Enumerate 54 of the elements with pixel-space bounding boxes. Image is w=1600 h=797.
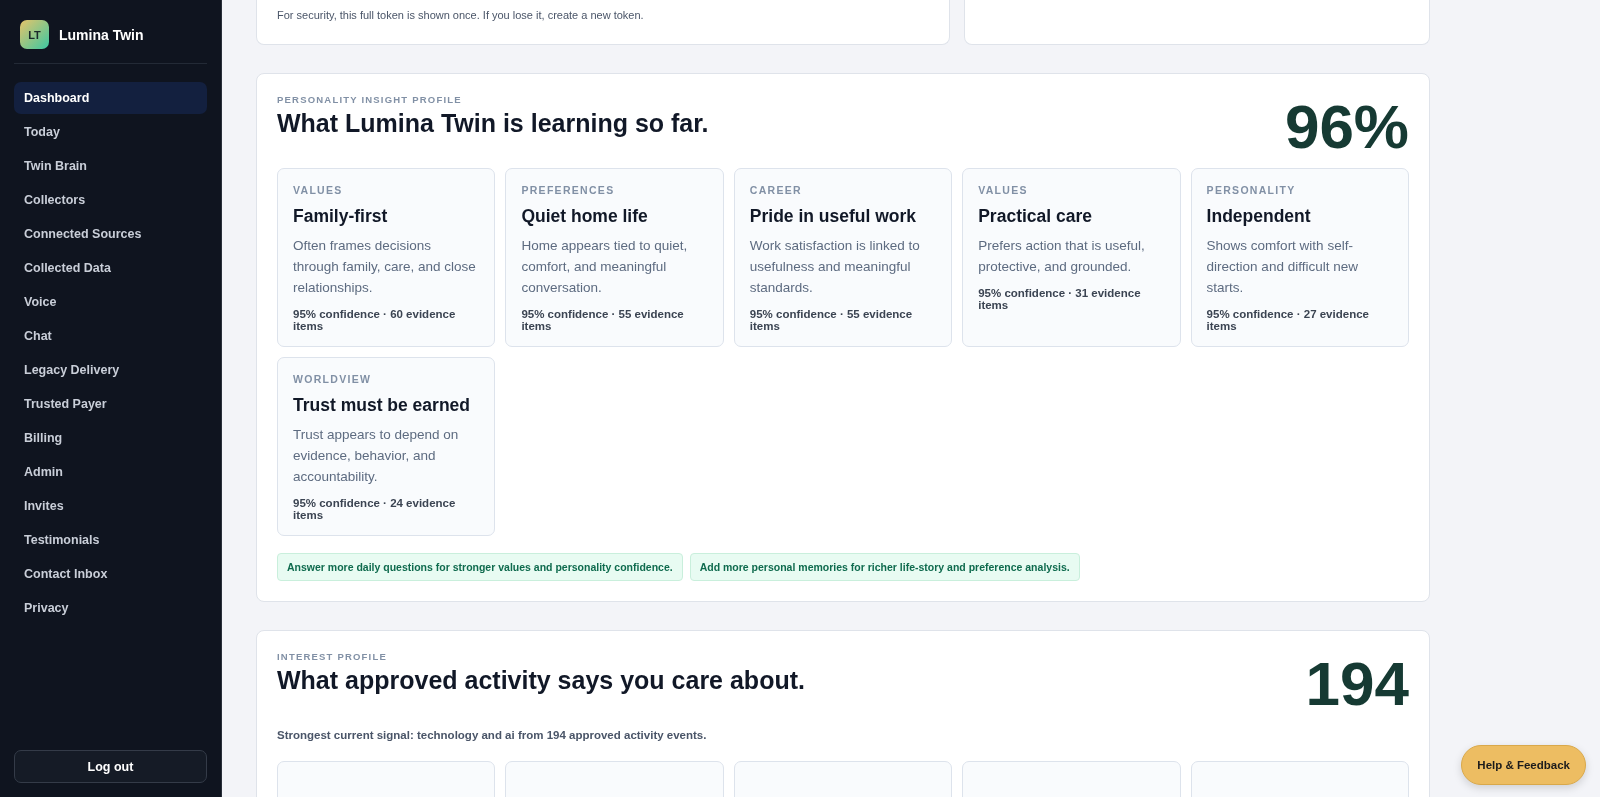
nav-item[interactable]: Connected Sources (14, 218, 207, 250)
insight-meta: 95% confidence · 60 evidence items (293, 308, 457, 332)
insight-title: Independent (1206, 206, 1312, 227)
metric-value: 96% (1284, 96, 1409, 158)
insight-text: Home appears tied to quiet, comfort, and meaningful conversation. (521, 237, 689, 297)
insight-title: Family-first (293, 206, 389, 227)
help-button[interactable]: Help & Feedback (1461, 745, 1586, 785)
logout-button[interactable]: Log out (14, 750, 207, 783)
insight-category: CAREER (749, 184, 803, 196)
suggestion-chip: Answer more daily questions for stronger values and personality confidence. (277, 553, 683, 581)
insight-title: Quiet home life (521, 206, 649, 227)
insight-text: Prefers action that is useful, protective, and grounded. (978, 237, 1146, 276)
nav-item[interactable]: Trusted Payer (14, 388, 207, 420)
token-notice: For security, this full token is shown once. If you lose it, create a new token. (277, 9, 645, 21)
insight-text: Shows comfort with self-direction and difficult new starts. (1206, 237, 1359, 297)
nav-item[interactable]: Collectors (14, 184, 207, 216)
logo-icon: LT (20, 20, 49, 49)
insight-category: WORLDVIEW (293, 373, 373, 385)
nav-item[interactable]: Dashboard (14, 82, 207, 114)
metric-value: 194 (1305, 653, 1409, 715)
insight-meta: 95% confidence · 27 evidence items (1206, 308, 1370, 332)
brand-name: Lumina Twin (59, 26, 144, 43)
insight-category: VALUES (293, 184, 344, 196)
section-title: What Lumina Twin is learning so far. (277, 109, 709, 138)
section-eyebrow: PERSONALITY INSIGHT PROFILE (277, 94, 463, 105)
nav-item[interactable]: Privacy (14, 592, 207, 624)
insight-text: Work satisfaction is linked to usefulness and meaningful standards. (749, 237, 921, 297)
insight-category: PREFERENCES (521, 184, 616, 196)
nav-item[interactable]: Collected Data (14, 252, 207, 284)
insight-title: Practical care (978, 206, 1094, 227)
section-eyebrow: INTEREST PROFILE (277, 651, 388, 662)
insight-meta: 95% confidence · 55 evidence items (749, 308, 914, 332)
insight-meta: 95% confidence · 31 evidence items (978, 287, 1142, 311)
section-title: What approved activity says you care about. (277, 666, 805, 695)
insight-title: Trust must be earned (293, 395, 471, 416)
nav-item[interactable]: Testimonials (14, 524, 207, 556)
insight-meta: 95% confidence · 55 evidence items (521, 308, 685, 332)
nav-item[interactable]: Legacy Delivery (14, 354, 207, 386)
nav-item[interactable]: Twin Brain (14, 150, 207, 182)
insight-text: Trust appears to depend on evidence, behavior, and accountability. (293, 426, 460, 486)
insight-category: PERSONALITY (1206, 184, 1297, 196)
nav-item[interactable]: Admin (14, 456, 207, 488)
nav-item[interactable]: Invites (14, 490, 207, 522)
suggestion-chip: Add more personal memories for richer life-story and preference analysis. (689, 553, 1080, 581)
insight-category: VALUES (978, 184, 1029, 196)
nav-item[interactable]: Billing (14, 422, 207, 454)
nav-item[interactable]: Chat (14, 320, 207, 352)
nav-item[interactable]: Voice (14, 286, 207, 318)
insight-text: Often frames decisions through family, care, and close relationships. (293, 237, 477, 297)
nav-item[interactable]: Contact Inbox (14, 558, 207, 590)
insight-meta: 95% confidence · 24 evidence items (293, 497, 457, 521)
nav-item[interactable]: Today (14, 116, 207, 148)
insight-title: Pride in useful work (749, 206, 918, 227)
interest-summary: Strongest current signal: technology and ai from 194 approved activity events. (277, 729, 708, 741)
